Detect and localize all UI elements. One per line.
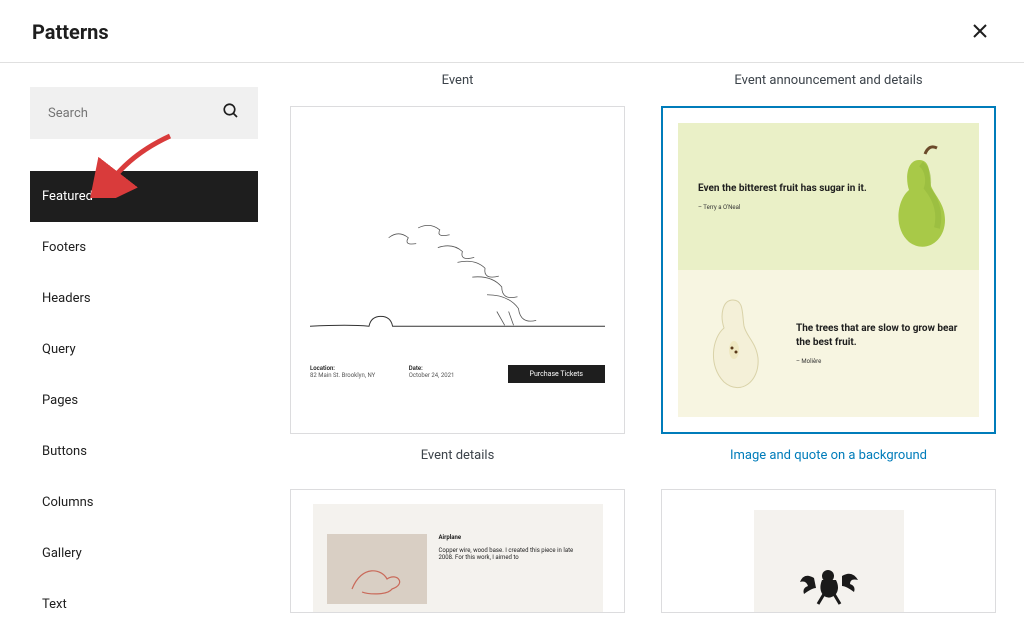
event-meta-row: Location: 82 Main St. Brooklyn, NY Date:… (310, 365, 605, 383)
purchase-button: Purchase Tickets (508, 365, 605, 383)
sidebar-item-label: Footers (42, 240, 86, 255)
cherub-panel (754, 510, 904, 613)
sidebar-item-featured[interactable]: Featured (30, 171, 258, 222)
body: Search Featured Footers Headers Query Pa… (0, 63, 1024, 627)
sidebar-item-footers[interactable]: Footers (30, 222, 258, 273)
search-placeholder: Search (48, 106, 88, 121)
sidebar-item-query[interactable]: Query (30, 324, 258, 375)
pattern-card-cherub[interactable] (661, 489, 996, 613)
cherub-icon (794, 560, 864, 613)
sidebar-item-pages[interactable]: Pages (30, 375, 258, 426)
main-content: Event Event announcement and details (258, 63, 1024, 627)
top-row-labels: Event Event announcement and details (290, 73, 996, 88)
airplane-desc: Copper wire, wood base. I created this p… (439, 547, 589, 561)
sidebar-item-label: Pages (42, 393, 78, 408)
sidebar-item-label: Headers (42, 291, 91, 306)
card-label: Event details (290, 448, 625, 463)
close-button[interactable] (968, 18, 992, 46)
sidebar-item-gallery[interactable]: Gallery (30, 528, 258, 579)
location-value: 82 Main St. Brooklyn, NY (310, 372, 409, 379)
sidebar-item-buttons[interactable]: Buttons (30, 426, 258, 477)
sidebar-item-text[interactable]: Text (30, 579, 258, 630)
sidebar-item-headers[interactable]: Headers (30, 273, 258, 324)
location-label: Location: (310, 365, 409, 372)
sidebar-nav: Featured Footers Headers Query Pages But… (30, 171, 258, 630)
quote-attribution: – Terry a O'Neal (698, 204, 879, 211)
search-input[interactable]: Search (30, 87, 258, 139)
card-label: Event announcement and details (661, 73, 996, 88)
pattern-preview: Even the bitterest fruit has sugar in it… (661, 106, 996, 434)
sidebar-item-label: Columns (42, 495, 94, 510)
date-value: October 24, 2021 (409, 372, 508, 379)
airplane-image (327, 534, 427, 604)
airplane-panel: Airplane Copper wire, wood base. I creat… (313, 504, 603, 613)
pattern-card-image-quote[interactable]: Even the bitterest fruit has sugar in it… (661, 106, 996, 463)
pattern-preview: Location: 82 Main St. Brooklyn, NY Date:… (290, 106, 625, 434)
search-icon (222, 102, 240, 124)
sidebar-item-label: Text (42, 597, 67, 612)
date-label: Date: (409, 365, 508, 372)
sidebar-item-columns[interactable]: Columns (30, 477, 258, 528)
illustration-birds (310, 207, 605, 357)
pattern-preview (661, 489, 996, 613)
pattern-grid: Location: 82 Main St. Brooklyn, NY Date:… (290, 106, 996, 613)
page-title: Patterns (32, 20, 109, 44)
header: Patterns (0, 0, 1024, 63)
sidebar-item-label: Query (42, 342, 76, 357)
card-label: Event (290, 73, 625, 88)
pattern-preview: Airplane Copper wire, wood base. I creat… (290, 489, 625, 613)
pattern-card-airplane[interactable]: Airplane Copper wire, wood base. I creat… (290, 489, 625, 613)
pattern-card-event-details[interactable]: Location: 82 Main St. Brooklyn, NY Date:… (290, 106, 625, 463)
sidebar-item-label: Featured (42, 189, 93, 204)
sidebar-item-label: Buttons (42, 444, 87, 459)
airplane-title: Airplane (439, 534, 589, 541)
pear-icon (879, 142, 959, 252)
quote-text: Even the bitterest fruit has sugar in it… (698, 182, 879, 196)
quote-panel-bottom: The trees that are slow to grow bear the… (678, 270, 979, 417)
quote-text: The trees that are slow to grow bear the… (796, 322, 959, 350)
sidebar: Search Featured Footers Headers Query Pa… (0, 63, 258, 627)
sidebar-item-label: Gallery (42, 546, 82, 561)
card-label: Image and quote on a background (661, 448, 996, 463)
quote-panel-top: Even the bitterest fruit has sugar in it… (678, 123, 979, 270)
pear-half-icon (698, 294, 768, 394)
close-icon (972, 23, 988, 39)
quote-attribution: – Molière (796, 358, 959, 365)
